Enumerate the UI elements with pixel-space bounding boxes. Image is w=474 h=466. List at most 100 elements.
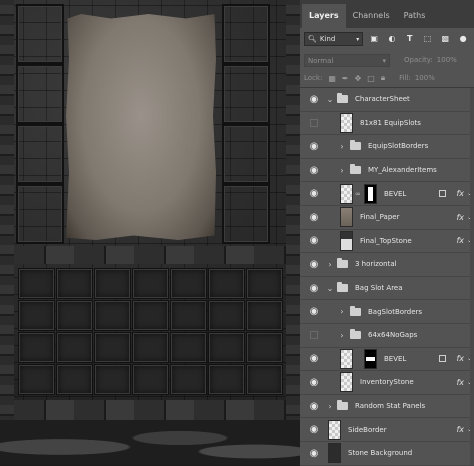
layer-row[interactable]: ◉ ⌄ CharacterSheet bbox=[300, 88, 474, 112]
fx-icon[interactable]: fx bbox=[456, 378, 464, 387]
layer-row[interactable]: ◉ › EquipSlotBorders bbox=[300, 135, 474, 159]
shape-filter-icon[interactable]: ⬚ bbox=[421, 32, 435, 46]
chevron-right-icon[interactable]: › bbox=[326, 402, 334, 411]
hidden-eye-box[interactable] bbox=[310, 118, 318, 127]
eye-icon[interactable]: ◉ bbox=[308, 424, 320, 435]
type-filter-icon[interactable]: T bbox=[403, 32, 417, 46]
eye-icon[interactable]: ◉ bbox=[308, 377, 320, 388]
eye-icon[interactable]: ◉ bbox=[308, 448, 320, 459]
lock-all-icon[interactable]: 🔒︎ bbox=[381, 73, 385, 83]
image-filter-icon[interactable]: ▣ bbox=[367, 32, 381, 46]
layer-row[interactable]: 81x81 EquipSlots bbox=[300, 112, 474, 136]
layer-name: 64x64NoGaps bbox=[368, 331, 418, 340]
bag-slot bbox=[56, 364, 93, 395]
chevron-right-icon[interactable]: › bbox=[338, 142, 346, 151]
layer-row[interactable]: ◉ SideBorder fx ⌄ bbox=[300, 418, 474, 442]
lock-label: Lock: bbox=[304, 74, 323, 82]
kind-filter-select[interactable]: 🔍︎ Kind ▾ bbox=[304, 32, 364, 46]
layer-row[interactable]: ◉ › BagSlotBorders bbox=[300, 300, 474, 324]
left-side-border bbox=[0, 0, 14, 465]
eye-icon[interactable]: ◉ bbox=[308, 235, 320, 246]
chevron-right-icon[interactable]: › bbox=[338, 166, 346, 175]
layer-thumbnail bbox=[340, 230, 353, 251]
layer-row[interactable]: ◉ BEVEL fx ⌄ bbox=[300, 348, 474, 372]
eye-icon[interactable]: ◉ bbox=[308, 259, 320, 270]
hidden-eye-box[interactable] bbox=[310, 331, 318, 340]
filter-toggle-icon[interactable]: ● bbox=[456, 32, 470, 46]
bag-slot bbox=[208, 268, 245, 299]
tab-layers[interactable]: Layers bbox=[302, 4, 346, 28]
layer-name: BEVEL bbox=[384, 189, 407, 198]
layer-thumbnail bbox=[340, 207, 353, 228]
layer-row[interactable]: ◉ InventoryStone fx ⌄ bbox=[300, 371, 474, 395]
equip-slot bbox=[222, 184, 270, 244]
bag-slot bbox=[170, 300, 207, 331]
layer-name: InventoryStone bbox=[360, 378, 414, 387]
lock-artboard-icon[interactable]: □ bbox=[367, 74, 375, 83]
layer-row[interactable]: ◉ › Random Stat Panels bbox=[300, 395, 474, 419]
eye-icon[interactable]: ◉ bbox=[308, 212, 320, 223]
folder-icon bbox=[350, 140, 361, 151]
bag-slot bbox=[208, 364, 245, 395]
layer-row[interactable]: ◉ › 3 horizontal bbox=[300, 253, 474, 277]
layer-thumbnail bbox=[340, 112, 353, 133]
layer-row[interactable]: ◉ › MY_AlexanderItems bbox=[300, 159, 474, 183]
lock-transparent-icon[interactable]: ▦ bbox=[328, 74, 336, 83]
eye-icon[interactable]: ◉ bbox=[308, 141, 320, 152]
opacity-field[interactable]: 100% bbox=[437, 56, 457, 64]
eye-icon[interactable]: ◉ bbox=[308, 283, 320, 294]
fx-icon[interactable]: fx bbox=[456, 213, 464, 222]
layer-list: ◉ ⌄ CharacterSheet 81x81 EquipSlots ◉ › … bbox=[300, 88, 474, 466]
layer-row[interactable]: › 64x64NoGaps bbox=[300, 324, 474, 348]
bag-slot bbox=[208, 332, 245, 363]
tab-channels[interactable]: Channels bbox=[346, 4, 397, 28]
eye-icon[interactable]: ◉ bbox=[308, 94, 320, 105]
equip-slot bbox=[16, 4, 64, 64]
layer-row[interactable]: ◉ ⌄ Bag Slot Area bbox=[300, 277, 474, 301]
chevron-right-icon[interactable]: › bbox=[338, 307, 346, 316]
adjustment-filter-icon[interactable]: ◐ bbox=[385, 32, 399, 46]
layer-row[interactable]: ◉ ∞ BEVEL fx ⌄ bbox=[300, 182, 474, 206]
equip-slot bbox=[222, 4, 270, 64]
smart-filter-icon bbox=[439, 190, 446, 198]
fill-field[interactable]: 100% bbox=[415, 74, 435, 82]
layer-thumbnail bbox=[340, 183, 353, 204]
layer-row[interactable]: ◉ Final_TopStone fx ⌄ bbox=[300, 230, 474, 254]
bag-slot bbox=[132, 332, 169, 363]
eye-icon[interactable]: ◉ bbox=[308, 188, 320, 199]
lock-position-icon[interactable]: ✥ bbox=[355, 74, 362, 83]
layer-name: 81x81 EquipSlots bbox=[360, 118, 421, 127]
eye-icon[interactable]: ◉ bbox=[308, 401, 320, 412]
fx-icon[interactable]: fx bbox=[456, 236, 464, 245]
bag-slot bbox=[170, 268, 207, 299]
bag-slot bbox=[18, 268, 55, 299]
chevron-down-icon[interactable]: ⌄ bbox=[326, 284, 334, 293]
blend-mode-value: Normal bbox=[308, 56, 334, 65]
eye-icon[interactable]: ◉ bbox=[308, 165, 320, 176]
eye-icon[interactable]: ◉ bbox=[308, 353, 320, 364]
smart-object-filter-icon[interactable]: ▩ bbox=[438, 32, 452, 46]
equip-slot bbox=[222, 64, 270, 124]
tab-paths[interactable]: Paths bbox=[397, 4, 433, 28]
chevron-right-icon[interactable]: › bbox=[338, 331, 346, 340]
bag-slot bbox=[246, 268, 283, 299]
layer-name: MY_AlexanderItems bbox=[368, 166, 437, 175]
folder-icon bbox=[350, 329, 361, 340]
bag-slot bbox=[170, 332, 207, 363]
fx-icon[interactable]: fx bbox=[456, 189, 464, 198]
blend-mode-select[interactable]: Normal ▾ bbox=[304, 53, 390, 67]
layer-row[interactable]: ◉ Final_Paper fx ⌄ bbox=[300, 206, 474, 230]
bag-slot bbox=[170, 364, 207, 395]
layer-row[interactable]: ◉ Stone Background bbox=[300, 442, 474, 466]
chevron-right-icon[interactable]: › bbox=[326, 260, 334, 269]
document-canvas[interactable] bbox=[0, 0, 300, 465]
layer-thumbnail bbox=[328, 443, 341, 464]
lock-pixels-icon[interactable]: ✒ bbox=[342, 74, 349, 83]
eye-icon[interactable]: ◉ bbox=[308, 306, 320, 317]
equip-slot bbox=[16, 184, 64, 244]
chevron-down-icon[interactable]: ⌄ bbox=[326, 95, 334, 104]
fx-icon[interactable]: fx bbox=[456, 354, 464, 363]
fx-icon[interactable]: fx bbox=[456, 425, 464, 434]
bag-slot bbox=[246, 300, 283, 331]
layers-scrollbar[interactable] bbox=[470, 88, 474, 465]
